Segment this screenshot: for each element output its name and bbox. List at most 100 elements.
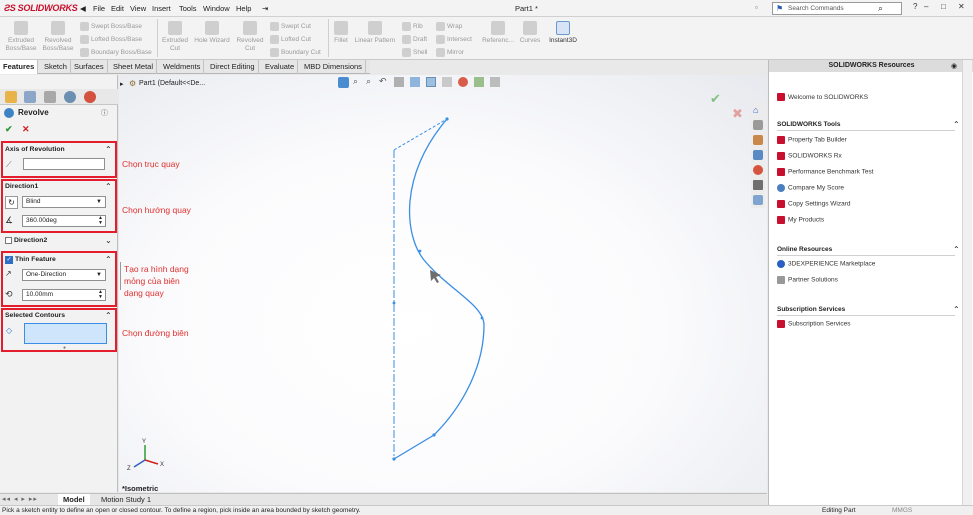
tool-performance-benchmark[interactable]: Performance Benchmark Test	[777, 168, 874, 176]
status-units[interactable]: MMGS	[892, 507, 912, 514]
extruded-boss-button[interactable]: Extruded Boss/Base	[3, 21, 39, 53]
tab-surfaces[interactable]: Surfaces	[71, 60, 108, 74]
reverse-direction-icon[interactable]: ↻	[5, 196, 18, 209]
collapse-icon[interactable]: ⌃	[105, 255, 112, 264]
menu-edit[interactable]: Edit	[111, 4, 124, 13]
welcome-link[interactable]: Welcome to SOLIDWORKS	[777, 93, 868, 101]
sketch-profile-spline[interactable]	[393, 118, 485, 460]
revolved-cut-button[interactable]: Revolved Cut	[233, 21, 267, 53]
lofted-cut-button[interactable]: Lofted Cut	[270, 35, 311, 44]
appearances-icon[interactable]	[753, 165, 763, 175]
tool-compare-my-score[interactable]: Compare My Score	[777, 184, 844, 192]
tab-mbd-dimensions[interactable]: MBD Dimensions	[301, 60, 366, 74]
help-icon[interactable]: ⓘ	[101, 108, 108, 118]
feature-manager-icon[interactable]	[5, 91, 17, 103]
tab-direct-editing[interactable]: Direct Editing	[207, 60, 259, 74]
tab-features[interactable]: Features	[0, 60, 39, 74]
collapse-icon[interactable]: ⌃	[953, 305, 960, 314]
sketch-point[interactable]	[445, 117, 449, 121]
angle-input[interactable]: 360.00deg ▲ ▼	[22, 215, 106, 227]
menu-arrow-icon[interactable]: ◀	[80, 4, 86, 13]
menu-tools[interactable]: Tools	[179, 4, 197, 13]
collapse-icon[interactable]: ⌃	[105, 311, 112, 320]
boundary-boss-button[interactable]: Boundary Boss/Base	[80, 48, 152, 57]
search-commands-input[interactable]: ⚑ Search Commands ⌕	[772, 2, 902, 15]
collapse-icon[interactable]: ⌃	[953, 120, 960, 129]
collapse-icon[interactable]: ⌃	[105, 145, 112, 154]
sketch-point[interactable]	[392, 301, 396, 305]
menu-insert[interactable]: Insert	[152, 4, 171, 13]
tab-motion-study[interactable]: Motion Study 1	[98, 494, 154, 505]
ok-check-icon[interactable]: ✔	[5, 124, 13, 135]
revolved-boss-button[interactable]: Revolved Boss/Base	[40, 21, 76, 53]
search-icon[interactable]: ⌕	[878, 3, 883, 14]
mirror-button[interactable]: Mirror	[436, 48, 464, 57]
swept-boss-button[interactable]: Swept Boss/Base	[80, 22, 142, 31]
shell-button[interactable]: Shell	[402, 48, 427, 57]
design-library-icon[interactable]	[753, 120, 763, 130]
extruded-cut-button[interactable]: Extruded Cut	[160, 21, 190, 53]
pin-icon[interactable]: ◉	[951, 62, 957, 70]
thin-feature-checkbox[interactable]: ✓	[5, 256, 13, 264]
tool-solidworks-rx[interactable]: SOLIDWORKS Rx	[777, 152, 842, 160]
reference-geometry-button[interactable]: Referenc...	[480, 21, 516, 45]
draft-button[interactable]: Draft	[402, 35, 427, 44]
thin-type-select[interactable]: One-Direction ▼	[22, 269, 106, 281]
question-icon[interactable]: ?	[913, 2, 917, 11]
property-manager-icon[interactable]	[24, 91, 36, 103]
tab-sheet-metal[interactable]: Sheet Metal	[110, 60, 158, 74]
end-condition-select[interactable]: Blind ▼	[22, 196, 106, 208]
solidworks-logo[interactable]: ƧS SOLIDWORKS	[4, 3, 78, 13]
dimxpert-icon[interactable]	[64, 91, 76, 103]
boundary-cut-button[interactable]: Boundary Cut	[270, 48, 321, 57]
thin-feature-section-title[interactable]: Thin Feature	[15, 256, 56, 263]
tool-my-products[interactable]: My Products	[777, 216, 824, 224]
tab-weldments[interactable]: Weldments	[160, 60, 205, 74]
forum-icon[interactable]	[753, 195, 763, 205]
expand-icon[interactable]: ⌄	[105, 236, 112, 245]
tab-model[interactable]: Model	[58, 494, 90, 505]
display-manager-icon[interactable]	[84, 91, 96, 103]
resize-dot-icon[interactable]: ●	[63, 345, 66, 351]
task-pane-scrollbar[interactable]	[962, 60, 972, 505]
home-icon[interactable]: ⌂	[753, 105, 758, 115]
sketch-point[interactable]	[392, 457, 396, 461]
menu-window[interactable]: Window	[203, 4, 230, 13]
sketch-point[interactable]	[480, 316, 484, 320]
contours-section-title[interactable]: Selected Contours	[5, 312, 65, 319]
collapse-icon[interactable]: ⌃	[105, 182, 112, 191]
file-explorer-icon[interactable]	[753, 135, 763, 145]
direction2-section-title[interactable]: Direction2	[14, 237, 47, 244]
view-palette-icon[interactable]	[753, 150, 763, 160]
rib-button[interactable]: Rib	[402, 22, 423, 31]
fillet-button[interactable]: Fillet	[331, 21, 351, 45]
curves-button[interactable]: Curves	[517, 21, 543, 45]
axis-section-title[interactable]: Axis of Revolution	[5, 146, 65, 153]
online-partner-solutions[interactable]: Partner Solutions	[777, 276, 838, 284]
instant3d-button[interactable]: Instant3D	[545, 21, 581, 45]
axis-selection-field[interactable]	[23, 158, 105, 170]
swept-cut-button[interactable]: Swept Cut	[270, 22, 311, 31]
tab-evaluate[interactable]: Evaluate	[262, 60, 299, 74]
pin-icon[interactable]: ⇥	[262, 4, 268, 13]
menu-view[interactable]: View	[130, 4, 146, 13]
thickness-input[interactable]: 10.00mm ▲ ▼	[22, 289, 106, 301]
wrap-button[interactable]: Wrap	[436, 22, 462, 31]
contours-selection-box[interactable]	[24, 323, 107, 344]
cancel-x-icon[interactable]: ✕	[22, 124, 30, 135]
collapse-icon[interactable]: ⌃	[953, 245, 960, 254]
minimize-icon[interactable]: –	[924, 2, 928, 11]
tab-scroll-arrows-icon[interactable]: ◂◂ ◂ ▸ ▸▸	[2, 495, 38, 503]
close-icon[interactable]: ✕	[958, 2, 965, 11]
intersect-button[interactable]: Intersect	[436, 35, 472, 44]
custom-properties-icon[interactable]	[753, 180, 763, 190]
online-3dexperience-marketplace[interactable]: 3DEXPERIENCE Marketplace	[777, 260, 875, 268]
menu-help[interactable]: Help	[236, 4, 251, 13]
help-icon[interactable]: ▫	[755, 3, 758, 12]
dashed-top-line[interactable]	[393, 118, 448, 151]
tool-property-tab-builder[interactable]: Property Tab Builder	[777, 136, 847, 144]
direction1-section-title[interactable]: Direction1	[5, 183, 38, 190]
sketch-point[interactable]	[432, 433, 436, 437]
menu-file[interactable]: File	[93, 4, 105, 13]
tab-sketch[interactable]: Sketch	[41, 60, 71, 74]
